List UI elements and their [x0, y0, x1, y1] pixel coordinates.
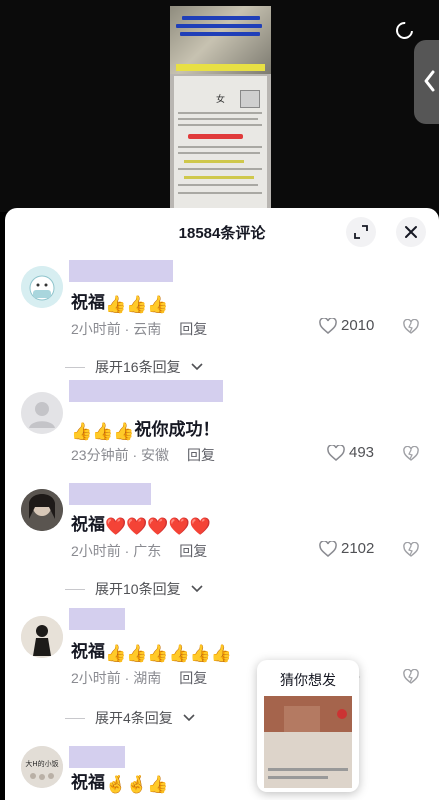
suggestion-thumbnail[interactable]: [264, 696, 352, 788]
side-panel-tab[interactable]: [414, 40, 439, 124]
like-button[interactable]: 2102: [319, 540, 374, 557]
avatar[interactable]: 大H的小饭: [21, 746, 63, 788]
comment-text: 祝福❤️❤️❤️❤️❤️: [71, 515, 211, 536]
username-placeholder[interactable]: [69, 746, 125, 768]
default-user-icon: [21, 392, 63, 434]
expand-replies-button[interactable]: 展开4条回复: [65, 708, 195, 728]
dislike-icon[interactable]: [403, 319, 419, 335]
image-thumbnail-icon: [264, 696, 352, 788]
reply-button[interactable]: 回复: [187, 447, 215, 463]
heart-icon: [327, 444, 345, 461]
comment-text: 祝福👍👍👍: [71, 293, 169, 314]
avatar[interactable]: [21, 392, 63, 434]
username-placeholder[interactable]: [69, 483, 151, 505]
fullscreen-button[interactable]: [346, 217, 376, 247]
video-frame: 女: [170, 6, 271, 212]
comment-meta: 2小时前 · 湖南 回复: [71, 670, 208, 686]
avatar[interactable]: [21, 489, 63, 531]
username-placeholder[interactable]: [69, 608, 125, 630]
expand-icon: [354, 225, 368, 239]
chevron-left-icon: [424, 70, 435, 92]
comment-text: 祝福🤞🤞👍: [71, 773, 169, 794]
chevron-down-icon: [191, 363, 203, 371]
expand-replies-button[interactable]: 展开16条回复: [65, 357, 203, 377]
heart-icon: [319, 317, 337, 334]
username-placeholder[interactable]: [69, 380, 223, 402]
comment-text: 👍👍👍祝你成功！: [71, 420, 220, 441]
comment-text: 祝福👍👍👍👍👍👍: [71, 642, 233, 663]
comment-sheet: 18584条评论 祝福👍👍👍 2小时前 · 云南 回复 2010 展开16条回复…: [5, 208, 439, 800]
username-placeholder[interactable]: [69, 260, 173, 282]
heart-icon: [319, 540, 337, 557]
suggestion-title: 猜你想发: [280, 672, 336, 688]
suggestion-popup[interactable]: 猜你想发: [257, 660, 359, 792]
loading-spinner-icon: [392, 18, 417, 43]
avatar[interactable]: [21, 616, 63, 658]
reply-button[interactable]: 回复: [179, 321, 207, 337]
like-button[interactable]: 493: [327, 444, 374, 461]
comment-meta: 23分钟前 · 安徽 回复: [71, 447, 216, 463]
reply-button[interactable]: 回复: [179, 670, 207, 686]
svg-text:大H的小饭: 大H的小饭: [25, 759, 58, 768]
dislike-icon[interactable]: [403, 542, 419, 558]
close-button[interactable]: [396, 217, 426, 247]
comment-meta: 2小时前 · 云南 回复: [71, 321, 208, 337]
avatar-face-icon: [21, 266, 63, 308]
avatar-logo-icon: 大H的小饭: [21, 746, 63, 788]
avatar-photo-icon: [21, 616, 63, 658]
avatar[interactable]: [21, 266, 63, 308]
like-button[interactable]: 2010: [319, 317, 374, 334]
chevron-down-icon: [183, 714, 195, 722]
avatar-photo-icon: [21, 489, 63, 531]
close-icon: [405, 226, 417, 238]
comment-meta: 2小时前 · 广东 回复: [71, 543, 208, 559]
video-player[interactable]: 女: [0, 0, 439, 212]
chevron-down-icon: [191, 585, 203, 593]
expand-replies-button[interactable]: 展开10条回复: [65, 579, 203, 599]
dislike-icon[interactable]: [403, 446, 419, 462]
dislike-icon[interactable]: [403, 669, 419, 685]
reply-button[interactable]: 回复: [179, 543, 207, 559]
